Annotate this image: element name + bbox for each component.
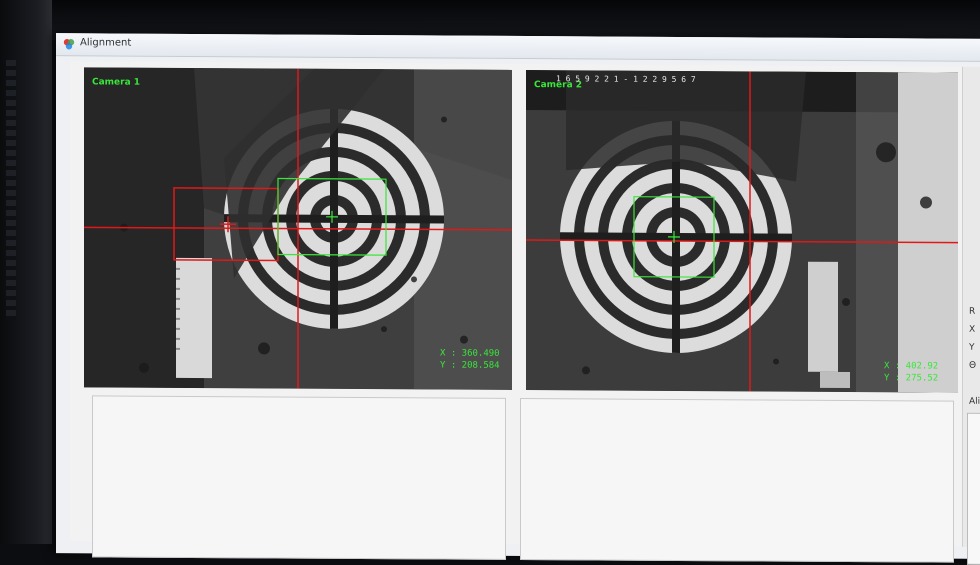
camera-1-info-panel xyxy=(92,395,506,560)
camera-2-image xyxy=(526,70,958,393)
camera-2-view[interactable]: Camera 2 1 6 5 9 2 2 1 - 1 2 2 9 5 6 7 X… xyxy=(526,70,958,393)
client-area: Camera 1 X : 360.490 Y : 208.584 xyxy=(70,61,970,546)
side-label-y: Y xyxy=(969,343,975,353)
camera-2-y-readout: Y : 275.52 xyxy=(884,372,938,384)
camera-1-label: Camera 1 xyxy=(92,77,140,87)
camera-1-view[interactable]: Camera 1 X : 360.490 Y : 208.584 xyxy=(84,67,512,390)
align-section-label: Align xyxy=(969,397,980,407)
monitor-bezel-left xyxy=(0,0,52,544)
title-bar[interactable]: Alignment xyxy=(56,33,980,62)
camera-1-y-readout: Y : 208.584 xyxy=(440,360,500,372)
camera-1-image xyxy=(84,67,512,390)
camera-2-scale-text: 1 6 5 9 2 2 1 - 1 2 2 9 5 6 7 xyxy=(556,74,696,84)
align-group-box xyxy=(967,413,980,565)
app-icon xyxy=(62,37,76,51)
camera-2-coordinates: X : 402.92 Y : 275.52 xyxy=(884,360,938,384)
alignment-window: Alignment xyxy=(56,33,980,559)
bezel-vent xyxy=(6,60,16,320)
camera-1-coordinates: X : 360.490 Y : 208.584 xyxy=(440,348,500,372)
side-label-r: R xyxy=(969,307,975,317)
window-title: Alignment xyxy=(80,37,131,48)
camera-2-x-readout: X : 402.92 xyxy=(884,360,938,372)
side-label-x: X xyxy=(969,325,975,335)
camera-1-x-readout: X : 360.490 xyxy=(440,348,500,360)
side-label-theta: Θ xyxy=(969,361,976,371)
camera-2-info-panel xyxy=(520,398,954,563)
side-panel: R X Y Θ Align xyxy=(962,67,980,547)
